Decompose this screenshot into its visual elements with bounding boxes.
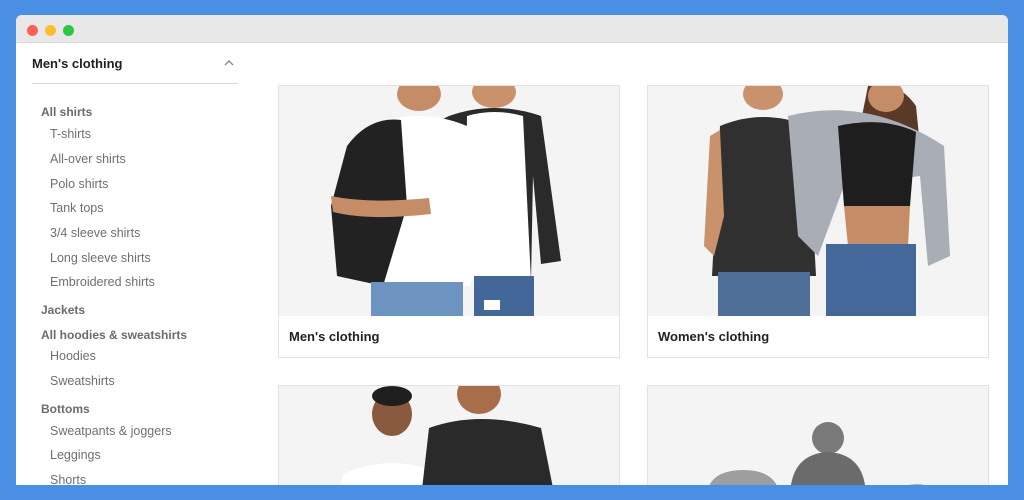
category-card-kids[interactable] — [278, 385, 620, 485]
category-card-womens[interactable]: Women's clothing — [647, 85, 989, 358]
browser-window: Men's clothing All shirts T-shirts All-o… — [16, 15, 1008, 485]
sidebar-title: Men's clothing — [32, 55, 123, 71]
sidebar-item-tank-tops[interactable]: Tank tops — [50, 201, 104, 215]
sidebar-item-hoodies[interactable]: Hoodies — [50, 349, 96, 363]
sidebar-item-all-over-shirts[interactable]: All-over shirts — [50, 152, 126, 166]
sidebar-item-embroidered-shirts[interactable]: Embroidered shirts — [50, 275, 155, 289]
sidebar-group-hoodies-sweatshirts[interactable]: All hoodies & sweatshirts — [41, 328, 187, 342]
mens-clothing-image — [279, 86, 619, 316]
sidebar-item-t-shirts[interactable]: T-shirts — [50, 127, 91, 141]
card-label: Men's clothing — [289, 329, 380, 344]
chevron-up-icon[interactable] — [222, 56, 236, 70]
womens-clothing-image — [648, 86, 988, 316]
sidebar-group-bottoms[interactable]: Bottoms — [41, 402, 90, 416]
category-sidebar: Men's clothing All shirts T-shirts All-o… — [32, 43, 238, 485]
category-card-hats[interactable] — [647, 385, 989, 485]
sidebar-item-long-sleeve-shirts[interactable]: Long sleeve shirts — [50, 251, 151, 265]
sidebar-item-sweatshirts[interactable]: Sweatshirts — [50, 374, 115, 388]
sidebar-group-all-shirts[interactable]: All shirts — [41, 105, 92, 119]
hats-image — [648, 386, 988, 485]
maximize-window-icon[interactable] — [63, 25, 74, 36]
category-card-mens[interactable]: Men's clothing — [278, 85, 620, 358]
minimize-window-icon[interactable] — [45, 25, 56, 36]
sidebar-header[interactable]: Men's clothing — [32, 43, 238, 84]
window-titlebar — [16, 15, 1008, 43]
close-window-icon[interactable] — [27, 25, 38, 36]
sidebar-group-jackets[interactable]: Jackets — [41, 303, 85, 317]
sidebar-item-polo-shirts[interactable]: Polo shirts — [50, 177, 108, 191]
sidebar-item-3-4-sleeve-shirts[interactable]: 3/4 sleeve shirts — [50, 226, 140, 240]
sidebar-item-leggings[interactable]: Leggings — [50, 448, 101, 462]
page-content: Men's clothing All shirts T-shirts All-o… — [16, 43, 1008, 485]
sidebar-item-sweatpants-joggers[interactable]: Sweatpants & joggers — [50, 424, 172, 438]
sidebar-item-shorts[interactable]: Shorts — [50, 473, 86, 485]
kids-clothing-image — [279, 386, 619, 485]
card-label: Women's clothing — [658, 329, 770, 344]
